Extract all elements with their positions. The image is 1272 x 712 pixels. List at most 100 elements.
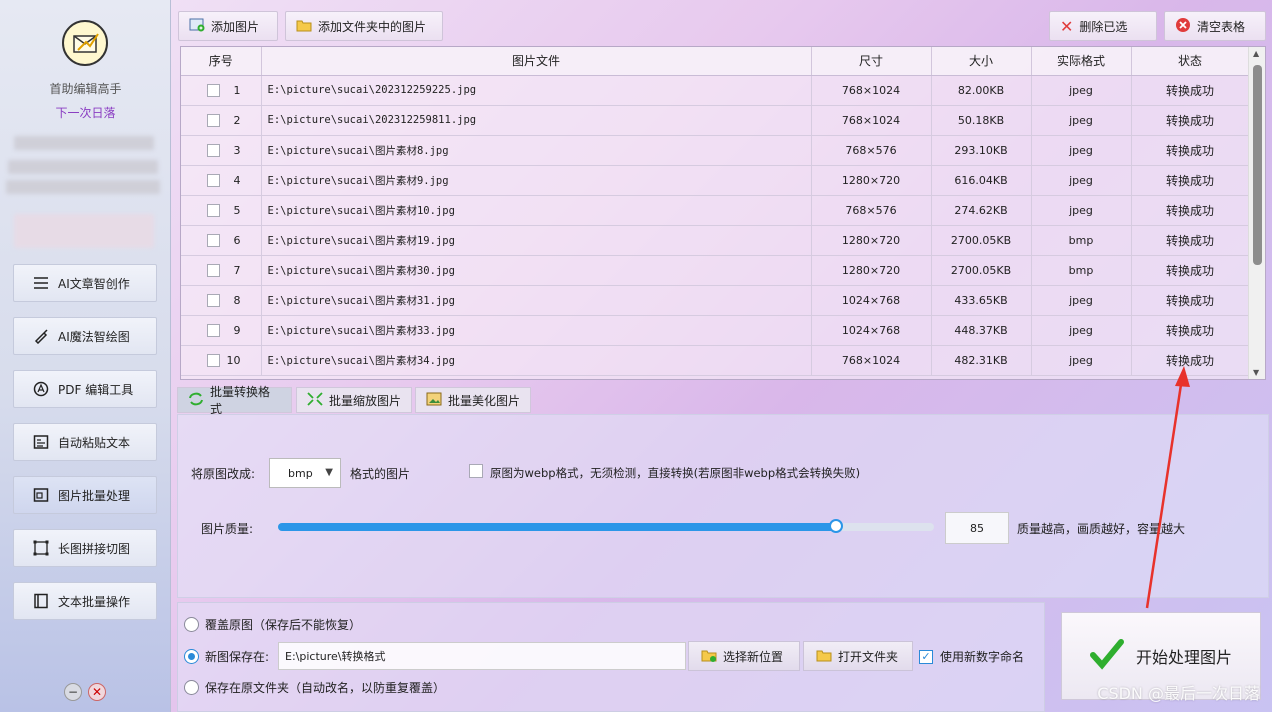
row-checkbox[interactable]: [207, 173, 220, 187]
row-checkbox[interactable]: [207, 293, 220, 307]
quality-input[interactable]: 85: [945, 512, 1009, 544]
table-row[interactable]: 5 E:\picture\sucai\图片素材10.jpg 768×576 274.6…: [181, 195, 1250, 226]
add-folder-images-button[interactable]: 添加文件夹中的图片: [285, 11, 443, 41]
tab-batch-convert[interactable]: 批量转换格式: [177, 385, 292, 416]
row-dimensions: 1024×768: [811, 285, 932, 316]
sidebar-item-ai-draw[interactable]: AI魔法智绘图: [13, 317, 157, 355]
webp-checkbox[interactable]: [469, 464, 483, 481]
scroll-up-icon[interactable]: ▲: [1253, 49, 1259, 58]
numeric-naming-label: 使用新数字命名: [940, 650, 1025, 664]
quality-slider-fill: [278, 523, 836, 531]
table-row[interactable]: 3 E:\picture\sucai\图片素材8.jpg 768×576 293.10…: [181, 135, 1250, 166]
minimize-icon[interactable]: −: [64, 683, 82, 701]
convert-icon: [188, 392, 204, 409]
table-row[interactable]: 8 E:\picture\sucai\图片素材31.jpg 1024×768 433.…: [181, 285, 1250, 316]
save-path-input[interactable]: E:\picture\转换格式: [278, 642, 686, 670]
header-status[interactable]: 状态: [1131, 47, 1250, 76]
row-file: E:\picture\sucai\图片素材33.jpg: [261, 315, 812, 346]
numeric-naming-checkbox[interactable]: ✓: [919, 649, 933, 664]
checkmark-icon: [1089, 638, 1124, 674]
save-in-original-radio[interactable]: [184, 680, 199, 695]
sidebar-item-pdf[interactable]: PDF 编辑工具: [13, 370, 157, 408]
table-row[interactable]: 4 E:\picture\sucai\图片素材9.jpg 1280×720 616.0…: [181, 165, 1250, 196]
clear-icon: [1175, 17, 1191, 36]
row-format: jpeg: [1031, 315, 1132, 346]
row-index: 7: [233, 263, 241, 277]
convert-label-suffix: 格式的图片: [350, 467, 411, 481]
save-in-original-option[interactable]: 保存在原文件夹（自动改名，以防重复覆盖）: [184, 679, 445, 696]
row-index-cell: 8: [181, 285, 262, 316]
row-status: 转换成功: [1131, 255, 1250, 286]
table-row[interactable]: 9 E:\picture\sucai\图片素材33.jpg 1024×768 448.…: [181, 315, 1250, 346]
row-checkbox[interactable]: [207, 323, 220, 337]
folder-add-icon: [701, 648, 717, 665]
redacted-info: [6, 180, 160, 194]
numeric-naming-option[interactable]: ✓ 使用新数字命名: [919, 648, 1024, 665]
row-checkbox[interactable]: [207, 83, 220, 97]
table-row[interactable]: 10 E:\picture\sucai\图片素材34.jpg 768×1024 482…: [181, 345, 1250, 376]
header-format[interactable]: 实际格式: [1031, 47, 1132, 76]
scroll-down-icon[interactable]: ▼: [1253, 368, 1259, 377]
row-status: 转换成功: [1131, 135, 1250, 166]
row-dimensions: 768×576: [811, 195, 932, 226]
new-location-option[interactable]: 新图保存在:: [184, 648, 269, 665]
row-checkbox[interactable]: [207, 143, 220, 157]
sidebar: 首助编辑高手 下一次日落 AI文章智创作 AI魔法智绘图 PDF 编辑工具 自动…: [0, 0, 171, 712]
row-checkbox[interactable]: [207, 233, 220, 247]
clear-table-label: 清空表格: [1197, 19, 1246, 34]
tab-batch-beautify[interactable]: 批量美化图片: [415, 387, 531, 413]
overwrite-option[interactable]: 覆盖原图（保存后不能恢复）: [184, 616, 361, 633]
quality-hint: 质量越高，画质越好，容量越大: [1017, 522, 1186, 536]
sidebar-item-text-batch[interactable]: 文本批量操作: [13, 582, 157, 620]
list-icon: [32, 274, 50, 292]
table-scrollbar[interactable]: ▲ ▼: [1248, 47, 1265, 379]
chevron-down-icon: ▼: [325, 467, 333, 478]
row-file: E:\picture\sucai\202312259225.jpg: [261, 75, 812, 106]
sidebar-item-auto-paste[interactable]: 自动粘贴文本: [13, 423, 157, 461]
user-name[interactable]: 下一次日落: [0, 104, 171, 121]
format-select[interactable]: bmp ▼: [269, 458, 341, 488]
quality-slider-handle[interactable]: [828, 519, 843, 533]
header-dimensions[interactable]: 尺寸: [811, 47, 932, 76]
scroll-thumb[interactable]: [1253, 65, 1262, 265]
format-select-value: bmp: [288, 466, 313, 480]
row-checkbox[interactable]: [207, 203, 220, 217]
row-size: 50.18KB: [931, 105, 1032, 136]
add-images-button[interactable]: 添加图片: [178, 11, 278, 41]
clear-table-button[interactable]: 清空表格: [1164, 11, 1266, 41]
new-location-radio[interactable]: [184, 649, 199, 664]
row-size: 448.37KB: [931, 315, 1032, 346]
delete-selected-button[interactable]: ✕ 删除已选: [1049, 11, 1157, 41]
tab-label: 批量转换格式: [210, 385, 271, 416]
choose-location-button[interactable]: 选择新位置: [688, 641, 800, 671]
row-checkbox[interactable]: [207, 263, 220, 277]
sidebar-item-label: AI文章智创作: [58, 276, 130, 291]
table-header: 序号 图片文件 尺寸 大小 实际格式 状态: [181, 47, 1250, 76]
header-index[interactable]: 序号: [181, 47, 262, 76]
sidebar-item-long-image[interactable]: 长图拼接切图: [13, 529, 157, 567]
overwrite-radio[interactable]: [184, 617, 199, 632]
row-index: 9: [233, 323, 241, 337]
overwrite-label: 覆盖原图（保存后不能恢复）: [205, 618, 362, 632]
row-file: E:\picture\sucai\图片素材10.jpg: [261, 195, 812, 226]
row-index-cell: 3: [181, 135, 262, 166]
table-row[interactable]: 7 E:\picture\sucai\图片素材30.jpg 1280×720 2700…: [181, 255, 1250, 286]
row-dimensions: 1280×720: [811, 255, 932, 286]
table-row[interactable]: 1 E:\picture\sucai\202312259225.jpg 768×10…: [181, 75, 1250, 106]
table-row[interactable]: 2 E:\picture\sucai\202312259811.jpg 768×10…: [181, 105, 1250, 136]
row-dimensions: 768×1024: [811, 75, 932, 106]
open-folder-button[interactable]: 打开文件夹: [803, 641, 913, 671]
sidebar-item-image-batch[interactable]: 图片批量处理: [13, 476, 157, 514]
row-file: E:\picture\sucai\图片素材19.jpg: [261, 225, 812, 256]
row-size: 293.10KB: [931, 135, 1032, 166]
sidebar-item-ai-article[interactable]: AI文章智创作: [13, 264, 157, 302]
close-icon[interactable]: ✕: [88, 683, 106, 701]
row-checkbox[interactable]: [207, 353, 220, 367]
row-checkbox[interactable]: [207, 113, 220, 127]
quality-slider[interactable]: [278, 519, 934, 533]
header-size[interactable]: 大小: [931, 47, 1032, 76]
header-file[interactable]: 图片文件: [261, 47, 812, 76]
row-file: E:\picture\sucai\图片素材30.jpg: [261, 255, 812, 286]
table-row[interactable]: 6 E:\picture\sucai\图片素材19.jpg 1280×720 2700…: [181, 225, 1250, 256]
tab-batch-resize[interactable]: 批量缩放图片: [296, 387, 412, 413]
